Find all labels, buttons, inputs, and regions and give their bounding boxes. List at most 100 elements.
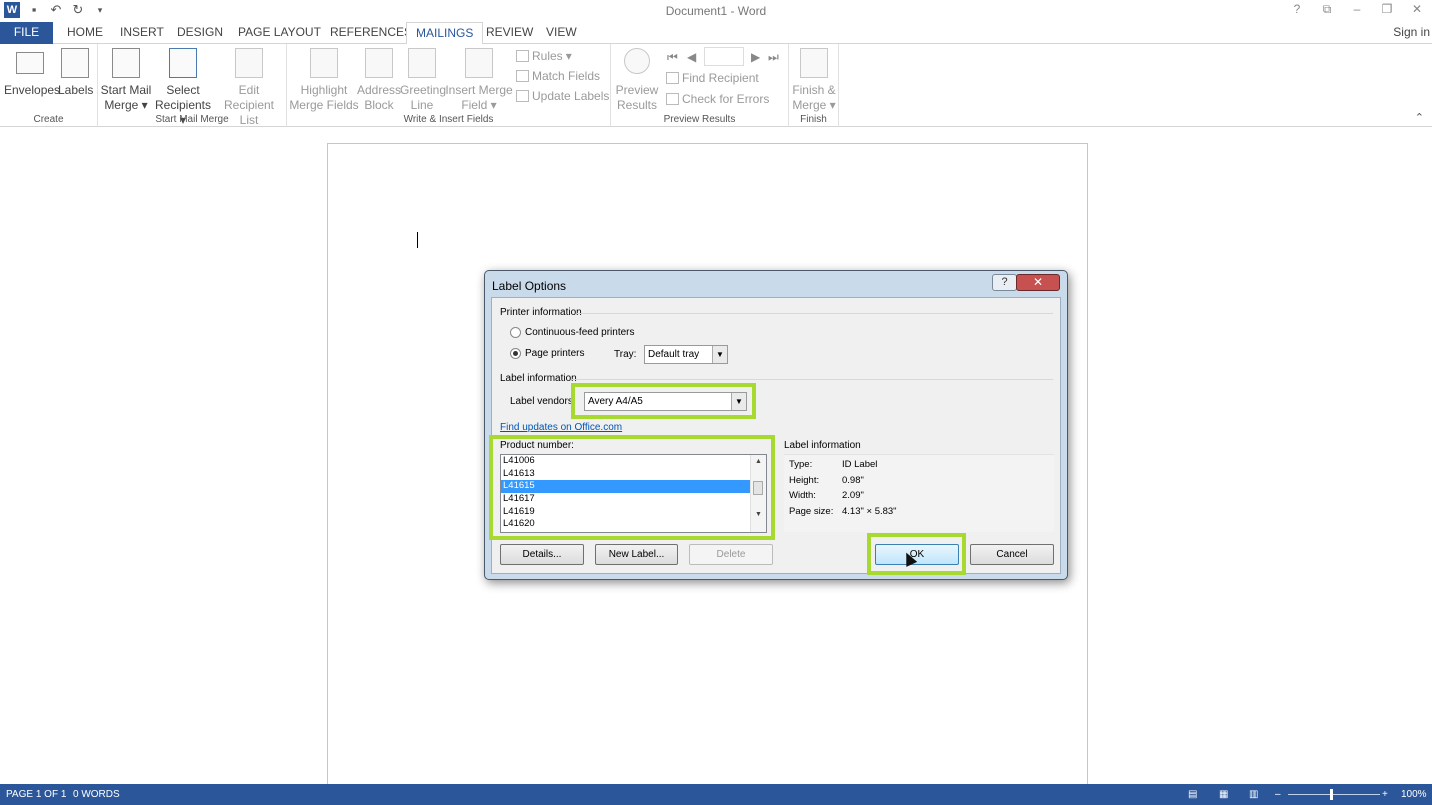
preview-results-button[interactable]: Preview Results [615,48,659,113]
finish-label: Finish & [792,83,836,97]
start-mail-merge-button[interactable]: Start Mail Merge ▾ [100,48,152,113]
page-size-label: Page size: [789,506,834,517]
match-fields-icon [516,70,529,82]
first-record-icon[interactable]: ⏮ [667,50,678,65]
labels-icon [61,48,89,78]
finish-merge-button[interactable]: Finish & Merge ▾ [791,48,837,113]
zoom-level[interactable]: 100% [1401,789,1427,800]
label-info-panel [784,454,1054,532]
restore-icon[interactable]: ❐ [1380,2,1394,17]
find-recipient-button[interactable]: Find Recipient [666,71,759,85]
print-layout-icon[interactable]: ▦ [1219,789,1228,800]
record-number-input[interactable] [704,47,744,66]
delete-button[interactable]: Delete [689,544,773,565]
highlight-merge-fields-button[interactable]: Highlight Merge Fields [289,48,359,113]
ribbon-tabs: FILE HOME INSERT DESIGN PAGE LAYOUT REFE… [0,22,1432,45]
divider [572,379,1053,380]
edit-label: Edit [238,83,260,97]
zoom-in-icon[interactable]: + [1382,789,1388,800]
ribbon: Envelopes Labels Create Start Mail Merge… [0,44,1432,127]
page-printers-radio[interactable]: Page printers [510,348,584,359]
page-count[interactable]: PAGE 1 OF 1 [6,789,66,800]
labels-button[interactable]: Labels [58,48,94,98]
details-button[interactable]: Details... [500,544,584,565]
last-record-icon[interactable]: ⏭ [768,50,779,65]
continuous-feed-radio[interactable]: Continuous-feed printers [510,327,635,338]
collapse-ribbon-icon[interactable]: ⌃ [1415,111,1424,124]
preview-icon [624,48,650,74]
status-bar: PAGE 1 OF 1 0 WORDS ▤ ▦ ▥ – + 100% [0,784,1432,805]
product-highlight-box [489,435,775,540]
tab-mailings[interactable]: MAILINGS [406,22,484,45]
dropdown-arrow-icon: ▼ [712,346,727,363]
text-cursor [417,232,418,248]
insert-merge-field-button[interactable]: Insert Merge Field ▾ [445,48,513,113]
address-block-button[interactable]: Address Block [357,48,401,113]
address-block-icon [365,48,393,78]
window-controls: ? ⧉ – ❐ ✕ [1290,2,1424,17]
sign-in-link[interactable]: Sign in [1393,22,1432,43]
check-errors-button[interactable]: Check for Errors [666,92,769,106]
ribbon-display-icon[interactable]: ⧉ [1320,2,1334,17]
group-label-finish: Finish [800,114,827,125]
preview-label: Preview [615,83,659,97]
tab-view[interactable]: VIEW [537,22,586,44]
find-icon [666,72,679,84]
update-labels-button[interactable]: Update Labels [516,89,609,103]
new-label-button[interactable]: New Label... [595,544,678,565]
rules-button[interactable]: Rules ▾ [516,49,572,63]
minimize-icon[interactable]: – [1350,2,1364,17]
previous-record-icon[interactable]: ◀ [687,50,696,64]
field-label: Field ▾ [461,98,497,112]
start-mail-label: Start Mail [100,83,152,97]
label-vendors-label: Label vendors [510,396,573,407]
help-icon[interactable]: ? [1290,2,1304,17]
find-updates-link[interactable]: Find updates on Office.com [500,422,622,433]
cancel-button[interactable]: Cancel [970,544,1054,565]
zoom-slider[interactable] [1288,794,1380,795]
envelopes-button[interactable]: Envelopes [4,48,61,98]
dialog-close-icon[interactable]: ✕ [1016,274,1060,291]
group-label-preview: Preview Results [663,114,736,125]
highlight-icon [310,48,338,78]
tab-review[interactable]: REVIEW [477,22,542,44]
tray-select[interactable]: Default tray ▼ [644,345,728,364]
greeting-label: Greeting [400,83,447,97]
group-label-write: Write & Insert Fields [403,114,494,125]
close-icon[interactable]: ✕ [1410,2,1424,17]
labels-label: Labels [58,83,94,97]
merge-fields-label: Merge Fields [289,98,359,112]
finish-merge-icon [800,48,828,78]
select-label: Select [166,83,200,97]
block-label: Block [364,98,394,112]
read-mode-icon[interactable]: ▤ [1188,789,1197,800]
continuous-label: Continuous-feed printers [525,327,635,339]
zoom-slider-thumb[interactable] [1330,789,1333,800]
word-count[interactable]: 0 WORDS [73,789,120,800]
divider [577,313,1053,314]
recipients-icon [169,48,197,78]
match-fields-button[interactable]: Match Fields [516,69,600,83]
group-label-create: Create [33,114,64,125]
zoom-out-icon[interactable]: – [1275,789,1281,800]
tab-page-layout[interactable]: PAGE LAYOUT [229,22,330,44]
tab-file[interactable]: FILE [0,22,53,44]
rules-icon [516,50,529,62]
group-label-start: Start Mail Merge [155,114,229,125]
highlight-label: Highlight [300,83,348,97]
tab-design[interactable]: DESIGN [168,22,232,44]
web-layout-icon[interactable]: ▥ [1249,789,1258,800]
dialog-help-icon[interactable]: ? [992,274,1017,291]
group-write-insert: Highlight Merge Fields Address Block Gre… [287,44,611,127]
envelopes-label: Envelopes [4,83,61,97]
update-labels-icon [516,90,529,102]
radio-icon [510,327,521,338]
type-value: ID Label [842,459,878,470]
vendor-highlight-box [571,383,756,419]
address-label: Address [357,83,402,97]
greeting-line-button[interactable]: Greeting Line [400,48,447,113]
tab-insert[interactable]: INSERT [111,22,173,44]
next-record-icon[interactable]: ▶ [751,50,760,64]
tab-home[interactable]: HOME [58,22,112,44]
title-bar: W ▪ ↶ ↻ ▾ Document1 - Word ? ⧉ – ❐ ✕ [0,0,1432,22]
